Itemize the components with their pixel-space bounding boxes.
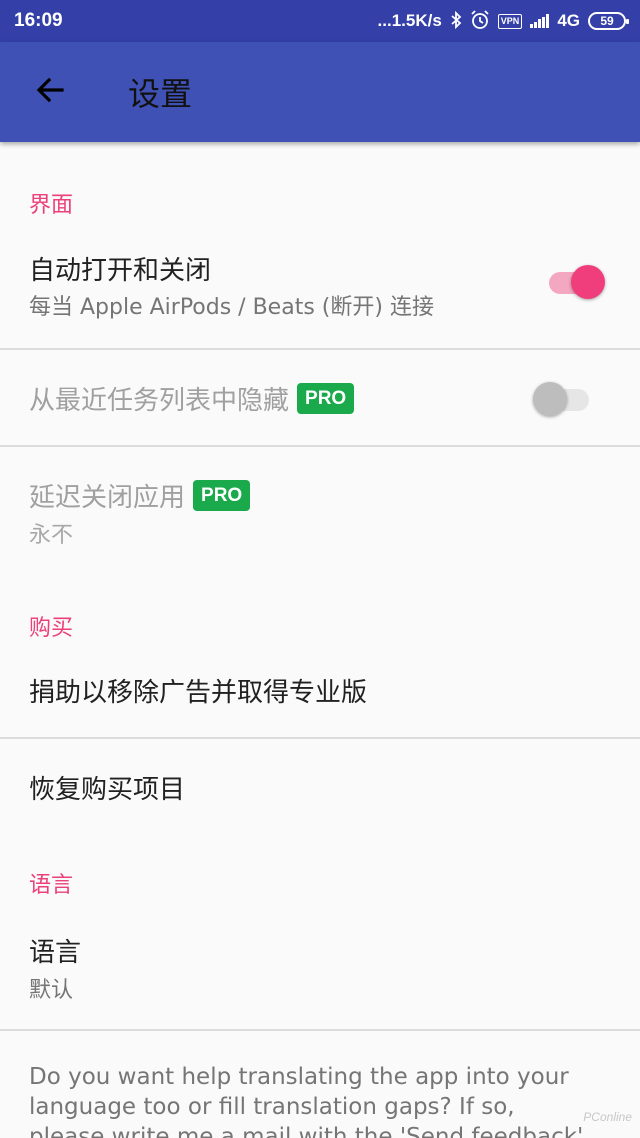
switch-thumb <box>533 382 567 416</box>
pref-donate-remove-ads[interactable]: 捐助以移除广告并取得专业版 <box>0 647 640 737</box>
translation-help-text: Do you want help translating the app int… <box>29 1064 584 1138</box>
app-bar: 设置 <box>0 42 640 142</box>
battery-icon: 59 <box>588 12 629 30</box>
pref-title-text: 从最近任务列表中隐藏 <box>29 386 290 416</box>
pref-title: 语言 <box>29 938 82 968</box>
bluetooth-icon <box>450 10 462 32</box>
back-button[interactable] <box>0 42 100 142</box>
signal-icon <box>530 14 550 28</box>
section-header-language: 语言 <box>29 873 74 898</box>
pref-language[interactable]: 语言 默认 <box>0 907 640 1029</box>
section-header-purchase: 购买 <box>29 616 74 641</box>
pref-hide-from-recents[interactable]: 从最近任务列表中隐藏 PRO <box>0 350 640 445</box>
pref-title: 自动打开和关闭 <box>29 256 212 286</box>
section-header-interface: 界面 <box>29 193 74 218</box>
pref-title-text: 延迟关闭应用 <box>29 483 186 513</box>
pref-title: 捐助以移除广告并取得专业版 <box>29 678 368 708</box>
auto-open-toggle[interactable] <box>545 262 605 302</box>
vpn-icon: VPN <box>497 13 523 29</box>
hide-recents-toggle[interactable] <box>533 379 593 419</box>
status-icons: ...1.5K/s VPN 4G 59 <box>377 9 629 33</box>
pref-restore-purchases[interactable]: 恢复购买项目 <box>0 739 640 829</box>
pref-summary: 默认 <box>29 978 74 1003</box>
pref-summary: 永不 <box>29 523 74 548</box>
settings-list: 界面 自动打开和关闭 每当 Apple AirPods / Beats (断开)… <box>0 142 640 1138</box>
arrow-back-icon <box>34 74 66 110</box>
pro-badge: PRO <box>193 480 251 511</box>
page-title: 设置 <box>128 75 193 113</box>
pref-title: 从最近任务列表中隐藏 PRO <box>29 380 355 417</box>
divider <box>0 1029 640 1031</box>
pref-title: 延迟关闭应用 PRO <box>29 477 251 514</box>
pref-delay-close[interactable]: 延迟关闭应用 PRO 永不 <box>0 447 640 557</box>
network-speed: ...1.5K/s <box>377 11 442 30</box>
network-type: 4G <box>557 11 580 30</box>
status-bar: 16:09 ...1.5K/s VPN 4G 59 <box>0 0 640 42</box>
pref-summary: 每当 Apple AirPods / Beats (断开) 连接 <box>29 295 434 320</box>
watermark-logo: PConline <box>583 1110 632 1124</box>
switch-thumb <box>571 265 605 299</box>
pro-badge: PRO <box>297 383 355 414</box>
alarm-icon <box>470 9 490 33</box>
status-time: 16:09 <box>14 10 63 31</box>
pref-auto-open-close[interactable]: 自动打开和关闭 每当 Apple AirPods / Beats (断开) 连接 <box>0 242 640 348</box>
pref-title: 恢复购买项目 <box>29 775 186 805</box>
